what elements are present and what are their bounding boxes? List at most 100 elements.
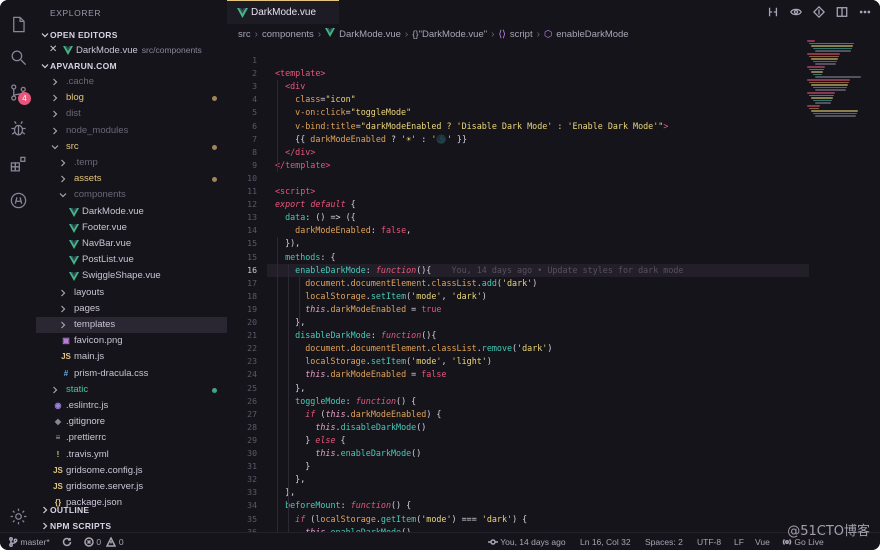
- sidebar-title: EXPLORER: [50, 8, 102, 18]
- tree-folder[interactable]: src: [36, 139, 227, 155]
- tree-folder[interactable]: blog: [36, 90, 227, 106]
- minimap-line: [811, 45, 853, 47]
- git-file-icon: ◆: [54, 417, 62, 427]
- cursor-position[interactable]: Ln 16, Col 32: [580, 537, 631, 547]
- tree-item-label: main.js: [74, 351, 105, 363]
- tree-file[interactable]: JS gridsome.server.js: [36, 479, 227, 495]
- encoding-status[interactable]: UTF-8: [697, 537, 721, 547]
- line-number: 13: [247, 212, 257, 223]
- tree-file[interactable]: ≡ .prettierrc: [36, 430, 227, 446]
- tree-file[interactable]: ▣ favicon.png: [36, 333, 227, 349]
- git-lens-icon[interactable]: [812, 5, 826, 19]
- line-number: 31: [247, 461, 257, 472]
- tree-item-label: prism-dracula.css: [74, 367, 149, 379]
- tree-folder[interactable]: static: [36, 382, 227, 398]
- blame-status[interactable]: You, 14 days ago: [488, 537, 566, 547]
- minimap-line: [809, 107, 819, 110]
- code-line: export default {: [275, 199, 356, 210]
- extensions-icon[interactable]: [6, 152, 30, 176]
- search-icon[interactable]: [6, 45, 30, 69]
- tree-folder[interactable]: templates: [36, 317, 227, 333]
- settings-gear-icon[interactable]: [6, 504, 30, 528]
- tree-folder[interactable]: dist: [36, 106, 227, 122]
- open-editor-item[interactable]: ✕ DarkMode.vue src/components: [36, 42, 227, 58]
- tree-folder[interactable]: pages: [36, 301, 227, 317]
- minimap-line: [813, 86, 847, 89]
- vertical-scrollbar[interactable]: [870, 40, 880, 520]
- tree-file[interactable]: NavBar.vue: [36, 236, 227, 252]
- breadcrumb-module[interactable]: {}"DarkMode.vue": [412, 29, 487, 40]
- tree-file[interactable]: DarkMode.vue: [36, 204, 227, 220]
- breadcrumb-src[interactable]: src: [238, 29, 251, 40]
- explorer-sidebar: EXPLORER OPEN EDITORS ✕ DarkMode.vue src/…: [36, 0, 227, 532]
- problems-status[interactable]: 0 0: [84, 536, 124, 547]
- tree-file[interactable]: ◉ .eslintrc.js: [36, 398, 227, 414]
- chevron-down-icon: [59, 193, 67, 198]
- minimap-line: [809, 94, 834, 97]
- language-status[interactable]: Vue: [755, 537, 770, 547]
- split-editor-icon[interactable]: [835, 5, 849, 19]
- close-icon[interactable]: ✕: [49, 42, 57, 58]
- preview-eye-icon[interactable]: [789, 5, 803, 19]
- tree-file[interactable]: SwiggleShape.vue: [36, 268, 227, 284]
- eslint-file-icon: ◉: [54, 401, 62, 410]
- tree-file[interactable]: ! .travis.yml: [36, 447, 227, 463]
- breadcrumb-file[interactable]: DarkMode.vue: [339, 29, 401, 40]
- code-line: this.darkModeEnabled = false: [305, 369, 447, 380]
- source-control-badge: 4: [18, 92, 31, 105]
- tree-folder[interactable]: node_modules: [36, 123, 227, 139]
- code-line: v-bind:title="darkModeEnabled ? 'Disable…: [295, 120, 669, 131]
- modified-dot: [212, 96, 217, 102]
- tree-file[interactable]: Footer.vue: [36, 220, 227, 236]
- tree-file[interactable]: # prism-dracula.css: [36, 366, 227, 382]
- line-number: 25: [247, 382, 257, 393]
- code-line: enableDarkMode: function(){ You, 14 days…: [295, 264, 684, 275]
- code-line: v-on:click="toggleMode": [295, 107, 412, 118]
- css-file-icon: #: [63, 368, 69, 378]
- vue-file-icon: [68, 254, 80, 266]
- modified-dot: [212, 144, 217, 150]
- tree-folder[interactable]: .temp: [36, 155, 227, 171]
- line-number: 21: [247, 330, 257, 341]
- indentation-status[interactable]: Spaces: 2: [645, 537, 683, 547]
- tree-file[interactable]: PostList.vue: [36, 252, 227, 268]
- breadcrumb-components[interactable]: components: [262, 29, 314, 40]
- vue-file-icon: [68, 222, 80, 234]
- vscode-window: 4 EXPLORER OPEN EDITORS ✕ DarkMode.vue sr…: [0, 0, 880, 550]
- line-number: 10: [247, 172, 257, 183]
- code-line: this.disableDarkMode(): [315, 421, 427, 432]
- tree-file[interactable]: JS main.js: [36, 349, 227, 365]
- eol-status[interactable]: LF: [734, 537, 744, 547]
- compare-changes-icon[interactable]: [766, 5, 780, 19]
- breadcrumb-script[interactable]: script: [510, 29, 533, 40]
- line-number: 3: [252, 81, 257, 92]
- more-actions-icon[interactable]: [858, 5, 872, 19]
- minimap-line: [813, 73, 822, 76]
- line-number: 11: [247, 186, 257, 196]
- explorer-icon[interactable]: [6, 12, 30, 36]
- chevron-right-icon: [61, 321, 66, 329]
- line-number: 1: [252, 55, 257, 65]
- config-file-icon: ≡: [55, 433, 61, 443]
- tree-folder[interactable]: layouts: [36, 285, 227, 301]
- debug-icon[interactable]: [6, 116, 30, 140]
- branch-status[interactable]: master*: [8, 537, 50, 547]
- tree-folder[interactable]: .cache: [36, 74, 227, 90]
- indent-guide: [277, 237, 278, 550]
- remote-icon[interactable]: [6, 188, 30, 212]
- tab-darkmode-vue[interactable]: DarkMode.vue: [227, 0, 339, 24]
- chevron-down-icon: [51, 144, 59, 150]
- project-header[interactable]: APVARUN.COM: [36, 58, 227, 74]
- tree-file[interactable]: ◆ .gitignore: [36, 414, 227, 430]
- open-editors-header[interactable]: OPEN EDITORS: [36, 27, 227, 43]
- minimap[interactable]: [807, 40, 867, 120]
- sync-icon[interactable]: [62, 537, 72, 547]
- minimap-line: [815, 89, 846, 91]
- editor-area: DarkMode.vue src › components › DarkMode…: [227, 0, 880, 550]
- tree-file[interactable]: JS gridsome.config.js: [36, 463, 227, 479]
- breadcrumb-method[interactable]: enableDarkMode: [556, 29, 628, 40]
- tree-folder[interactable]: components: [36, 187, 227, 203]
- line-number: 28: [247, 421, 257, 432]
- tree-folder[interactable]: assets: [36, 171, 227, 187]
- outline-header[interactable]: OUTLINE: [36, 502, 227, 518]
